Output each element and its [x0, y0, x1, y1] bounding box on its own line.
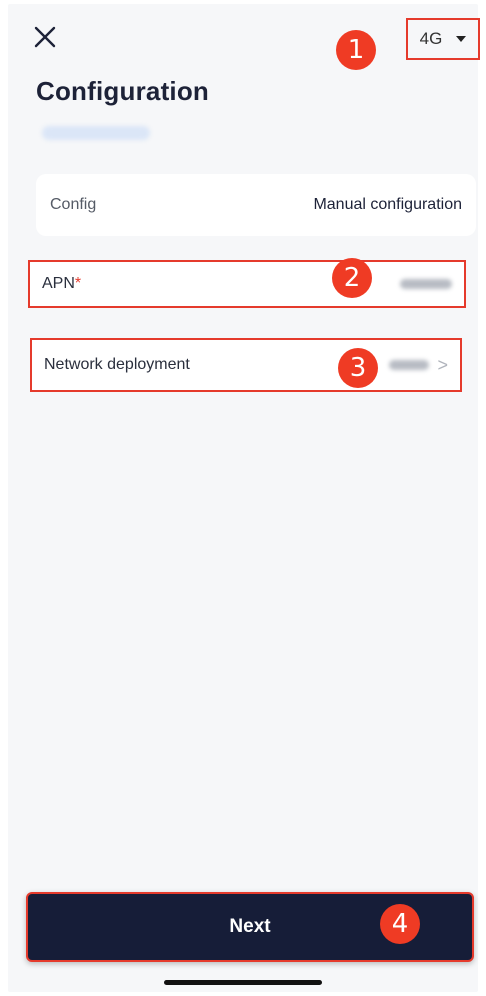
- config-mode-card[interactable]: Config Manual configuration: [36, 174, 476, 236]
- apn-label: APN*: [42, 275, 81, 293]
- home-indicator: [164, 980, 322, 985]
- apn-label-text: APN: [42, 275, 75, 292]
- network-deployment-value-group: >: [389, 355, 448, 376]
- annotation-badge-3: 3: [338, 348, 378, 388]
- network-type-value: 4G: [419, 29, 443, 48]
- chevron-right-icon: >: [437, 354, 448, 375]
- app-screen: Configuration Config Manual configuratio…: [8, 4, 478, 992]
- close-button[interactable]: [32, 24, 58, 50]
- next-button-label: Next: [229, 916, 271, 937]
- device-name-redacted: [42, 126, 150, 140]
- config-value: Manual configuration: [313, 196, 462, 213]
- caret-down-icon: [456, 36, 467, 42]
- network-deployment-row[interactable]: Network deployment >: [30, 338, 462, 392]
- annotation-badge-4: 4: [380, 904, 420, 944]
- apn-field[interactable]: APN*: [28, 260, 466, 308]
- annotation-badge-2: 2: [332, 258, 372, 298]
- config-label: Config: [50, 196, 97, 213]
- network-deployment-label: Network deployment: [44, 356, 190, 373]
- apn-value-redacted: [400, 279, 452, 289]
- required-mark: *: [74, 275, 82, 292]
- network-type-dropdown[interactable]: 4G: [406, 18, 480, 60]
- network-deployment-value-redacted: [389, 360, 430, 370]
- close-icon: [34, 26, 56, 48]
- page-title: Configuration: [36, 76, 210, 106]
- annotation-badge-1: 1: [336, 30, 376, 70]
